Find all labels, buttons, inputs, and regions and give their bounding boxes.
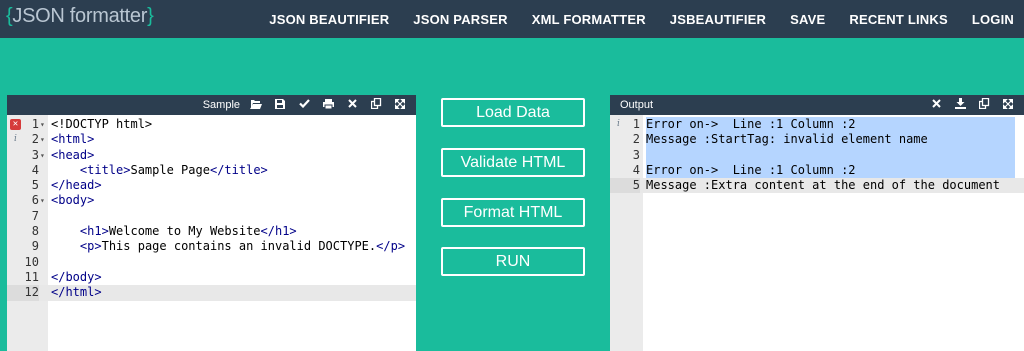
input-panel-title: Sample — [202, 99, 240, 111]
line-number: 6 — [31, 193, 39, 208]
brand-logo[interactable]: {JSON formatter} — [6, 5, 154, 28]
download-icon[interactable] — [948, 98, 972, 112]
brand-brace-close: } — [147, 5, 154, 27]
top-navbar: {JSON formatter} JSON BEAUTIFIER JSON PA… — [0, 0, 1024, 38]
expand-icon[interactable] — [388, 97, 412, 112]
fold-toggle-icon[interactable]: ▾ — [40, 132, 48, 147]
line-number: 7 — [31, 208, 39, 223]
code-line: i 1 Error on-> Line :1 Column :2 — [610, 117, 1024, 132]
code-line: i 2 ▾ <html> — [7, 132, 416, 147]
line-number: 9 — [31, 239, 39, 254]
output-viewer[interactable]: i 1 Error on-> Line :1 Column :2 2 Message :… — [610, 115, 1024, 351]
line-number: 5 — [610, 178, 640, 194]
run-button[interactable]: RUN — [441, 247, 585, 276]
nav-login[interactable]: LOGIN — [972, 12, 1014, 27]
print-icon[interactable] — [316, 98, 340, 112]
line-code: Message :Extra content at the end of the… — [646, 178, 1001, 193]
code-line: 4 Error on-> Line :1 Column :2 — [610, 163, 1024, 178]
validate-html-button[interactable]: Validate HTML — [441, 148, 585, 177]
line-number: 3 — [632, 147, 640, 162]
code-line: 11 </body> — [7, 270, 416, 285]
close-icon[interactable] — [924, 99, 948, 111]
input-panel: Sample ✕ 1 ▾ <!DOCTYP html> i 2 ▾ <html>… — [7, 95, 416, 351]
line-number: 5 — [31, 178, 39, 193]
input-code-editor[interactable]: ✕ 1 ▾ <!DOCTYP html> i 2 ▾ <html> 3 ▾ <head> 4 <tit… — [7, 115, 416, 351]
line-number: 2 — [632, 132, 640, 147]
output-panel-title: Output — [620, 99, 654, 111]
code-line: 9 <p>This page contains an invalid DOCTY… — [7, 239, 416, 254]
line-number: 8 — [31, 224, 39, 239]
code-line: 2 Message :StartTag: invalid element name — [610, 132, 1024, 147]
line-code: <body> — [51, 193, 95, 208]
input-panel-header: Sample — [7, 95, 416, 115]
nav-recent-links[interactable]: RECENT LINKS — [849, 12, 947, 27]
close-icon[interactable] — [340, 99, 364, 111]
code-line: 3 ▾ <head> — [7, 148, 416, 163]
line-code: <head> — [51, 147, 95, 162]
nav-json-parser[interactable]: JSON PARSER — [413, 12, 507, 27]
line-code: <title>Sample Page</title> — [79, 162, 268, 177]
line-code: </html> — [51, 285, 102, 300]
line-number: 2 — [31, 132, 39, 147]
code-line: ✕ 1 ▾ <!DOCTYP html> — [7, 117, 416, 132]
line-number: 12 — [7, 285, 39, 301]
code-line: 7 — [7, 209, 416, 224]
code-lines: ✕ 1 ▾ <!DOCTYP html> i 2 ▾ <html> 3 ▾ <head> 4 <tit… — [7, 117, 416, 301]
line-number: 10 — [24, 254, 39, 269]
line-number: 4 — [632, 162, 640, 177]
fold-toggle-icon[interactable]: ▾ — [40, 193, 48, 208]
line-code: Error on-> Line :1 Column :2 — [646, 162, 856, 177]
line-code: </head> — [51, 178, 102, 193]
output-toolbar — [924, 95, 1020, 115]
line-number: 1 — [632, 117, 640, 131]
code-line: 12 </html> — [7, 285, 416, 301]
line-number: 11 — [24, 269, 39, 284]
nav-menu: JSON BEAUTIFIER JSON PARSER XML FORMATTE… — [269, 0, 1024, 38]
load-data-button[interactable]: Load Data — [441, 98, 585, 127]
line-code: <html> — [51, 132, 95, 147]
fold-toggle-icon[interactable]: ▾ — [40, 117, 48, 132]
fold-toggle-icon[interactable]: ▾ — [40, 148, 48, 163]
check-icon[interactable] — [292, 99, 316, 111]
code-line: 10 — [7, 255, 416, 270]
line-code: <p>This page contains an invalid DOCTYPE… — [79, 239, 406, 254]
nav-xml-formatter[interactable]: XML FORMATTER — [532, 12, 646, 27]
line-code: </body> — [51, 269, 102, 284]
line-number: 4 — [31, 162, 39, 177]
nav-jsbeautifier[interactable]: JSBEAUTIFIER — [670, 12, 766, 27]
folder-open-icon[interactable] — [244, 99, 268, 112]
line-number: 1 — [31, 117, 39, 131]
output-lines: i 1 Error on-> Line :1 Column :2 2 Message :… — [610, 117, 1024, 194]
line-number: 3 — [31, 147, 39, 162]
save-icon[interactable] — [268, 98, 292, 112]
code-line: 6 ▾ <body> — [7, 193, 416, 208]
code-line: 4 <title>Sample Page</title> — [7, 163, 416, 178]
format-html-button[interactable]: Format HTML — [441, 198, 585, 227]
line-code: <!DOCTYP html> — [51, 117, 153, 131]
nav-json-beautifier[interactable]: JSON BEAUTIFIER — [269, 12, 389, 27]
brand-name: JSON formatter — [12, 5, 148, 27]
nav-save[interactable]: SAVE — [790, 12, 825, 27]
code-line: 8 <h1>Welcome to My Website</h1> — [7, 224, 416, 239]
line-code: <h1>Welcome to My Website</h1> — [79, 224, 297, 239]
code-line: 5 </head> — [7, 178, 416, 193]
expand-icon[interactable] — [996, 97, 1020, 112]
copy-icon[interactable] — [364, 97, 388, 112]
input-toolbar — [244, 95, 412, 115]
output-panel: Output i 1 Error on-> Line :1 Column :2 2 Me… — [610, 95, 1024, 351]
code-line: 3 — [610, 148, 1024, 163]
code-line: 5 Message :Extra content at the end of th… — [610, 178, 1024, 194]
line-code: Message :StartTag: invalid element name — [646, 132, 928, 147]
output-panel-header: Output — [610, 95, 1024, 115]
line-code: Error on-> Line :1 Column :2 — [646, 117, 856, 131]
copy-icon[interactable] — [972, 97, 996, 112]
